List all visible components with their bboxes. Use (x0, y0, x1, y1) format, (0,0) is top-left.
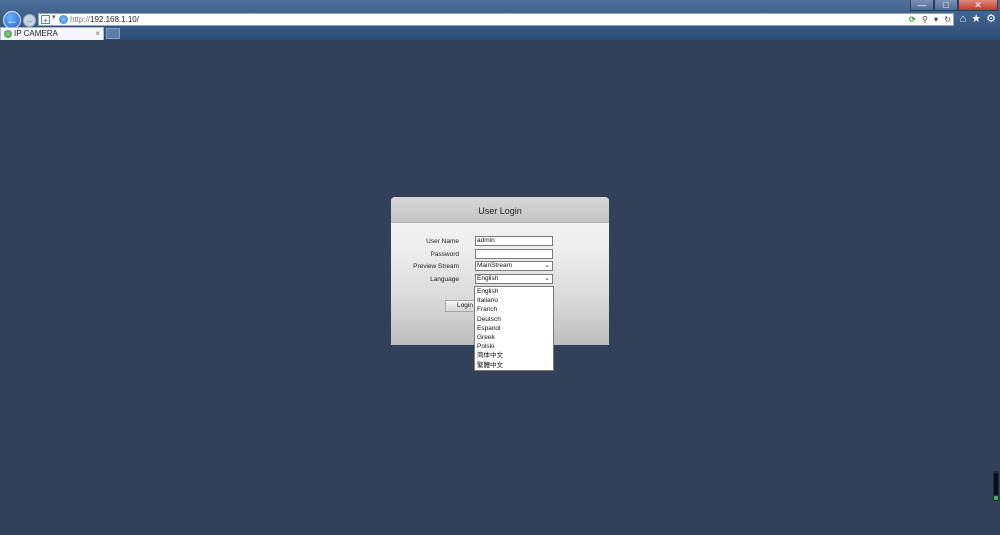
login-title: User Login (478, 206, 522, 216)
maximize-button[interactable]: □ (934, 0, 958, 11)
new-tab-button[interactable] (106, 28, 120, 39)
close-tab-icon[interactable]: × (95, 28, 100, 39)
preview-stream-label: Preview Stream (413, 263, 459, 270)
forward-button[interactable]: → (23, 14, 36, 27)
url-text[interactable]: http://192.168.1.10/ (70, 14, 139, 25)
language-option[interactable]: Greek (475, 333, 553, 342)
status-led-icon (994, 496, 998, 500)
window-controls: — □ ✕ (910, 0, 998, 11)
tab-ip-camera[interactable]: IP CAMERA × (0, 27, 104, 40)
tab-favicon-icon (4, 30, 12, 38)
language-option[interactable]: 繁體中文 (475, 361, 553, 370)
close-window-button[interactable]: ✕ (958, 0, 998, 11)
site-favicon-icon (59, 15, 68, 24)
address-bar[interactable]: + ▾ http://192.168.1.10/ ⟳ ⚲ ▾ ↻ (38, 13, 954, 26)
scrollbar-thumb[interactable] (994, 473, 998, 495)
language-select[interactable]: English ⌄ (475, 274, 553, 284)
browser-chrome: — □ ✕ ← → + ▾ http://192.168.1.10/ ⟳ ⚲ ▾… (0, 0, 1000, 40)
side-scrollbar[interactable] (993, 471, 999, 501)
dropdown-arrow-icon[interactable]: ▾ (52, 13, 56, 21)
language-option[interactable]: Italiano (475, 296, 553, 305)
preview-stream-select[interactable]: MainStream ⌄ (475, 261, 553, 271)
url-host: 192.168.1.10/ (90, 15, 139, 24)
chevron-down-icon: ⌄ (544, 262, 550, 269)
language-option[interactable]: Franch (475, 305, 553, 314)
language-dropdown-list: English Italiano Franch Deutsch Espanol … (474, 286, 554, 371)
star-icon[interactable]: ★ (971, 14, 981, 25)
toolbar-icons: ⌂ ★ ⚙ (960, 14, 996, 25)
compatibility-icon[interactable]: + (41, 15, 50, 25)
tab-title: IP CAMERA (14, 29, 58, 38)
language-value: English (477, 275, 499, 282)
username-input[interactable]: admin (475, 236, 553, 246)
password-label: Password (430, 251, 459, 258)
gear-icon[interactable]: ⚙ (986, 14, 996, 25)
search-dropdown-icon[interactable]: ▾ (934, 15, 938, 24)
refresh-icon[interactable]: ↻ (944, 15, 951, 24)
minimize-button[interactable]: — (910, 0, 934, 11)
home-icon[interactable]: ⌂ (960, 14, 967, 25)
loading-icon: ⟳ (909, 15, 916, 24)
language-option[interactable]: Polski (475, 342, 553, 351)
search-icon[interactable]: ⚲ (922, 15, 928, 24)
username-label: User Name (426, 238, 459, 245)
url-scheme: http:// (70, 15, 91, 24)
password-input[interactable] (475, 249, 553, 259)
language-option[interactable]: Deutsch (475, 315, 553, 324)
arrow-right-icon: → (25, 16, 34, 25)
language-label: Language (430, 276, 459, 283)
language-option[interactable]: Espanol (475, 324, 553, 333)
chevron-down-icon: ⌄ (544, 275, 550, 282)
preview-stream-value: MainStream (477, 262, 513, 269)
language-option[interactable]: 简体中文 (475, 351, 553, 360)
language-option[interactable]: English (475, 287, 553, 296)
login-panel-header: User Login (391, 197, 609, 223)
arrow-left-icon: ← (6, 13, 18, 27)
address-tools: ⟳ ⚲ ▾ ↻ (905, 14, 951, 25)
